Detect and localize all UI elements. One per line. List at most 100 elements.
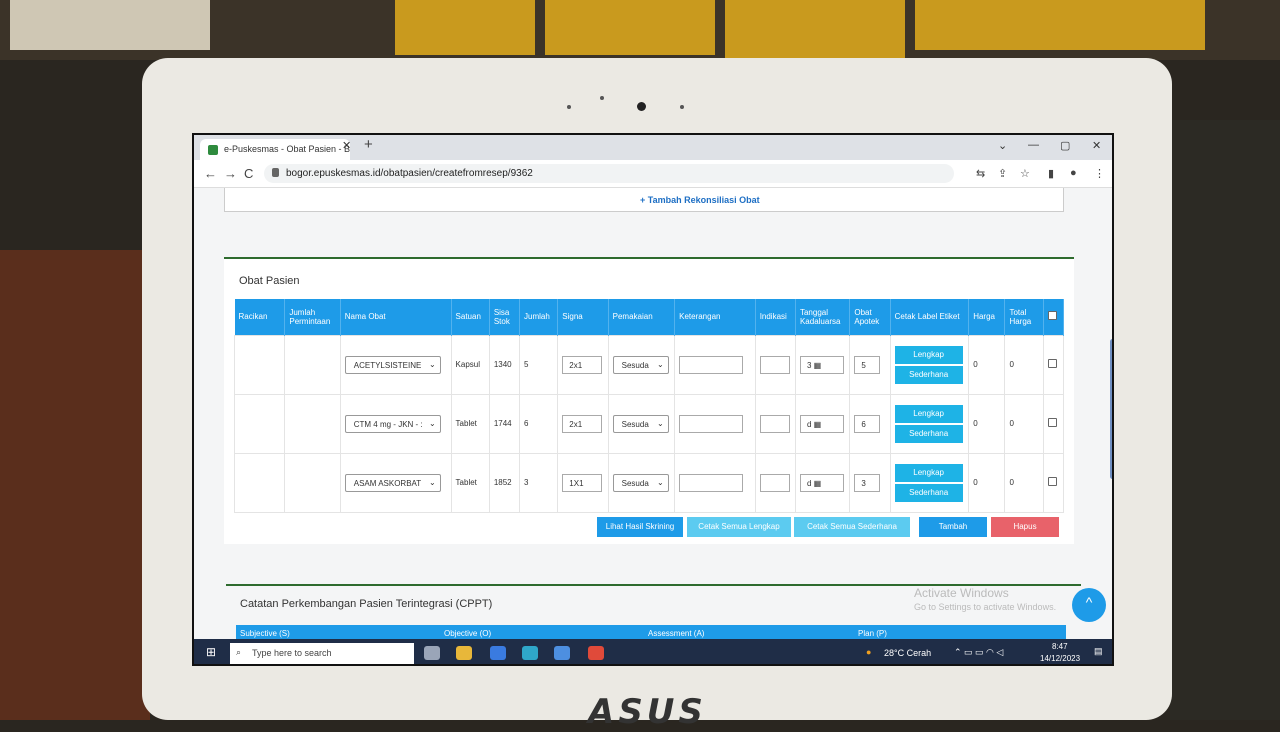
- background-box: [725, 0, 905, 58]
- sederhana-button[interactable]: Sederhana: [894, 424, 963, 443]
- clock-time[interactable]: 8:47: [1052, 642, 1068, 651]
- obat-table: Racikan Jumlah Permintaan Nama Obat Satu…: [233, 299, 1065, 513]
- profile-icon[interactable]: ●: [1070, 167, 1077, 179]
- nama-obat-select[interactable]: CTM 4 mg - JKN - : ⌄: [344, 414, 441, 433]
- tray-icons[interactable]: ⌃ ▭ ▭ ◠ ◁: [954, 647, 1003, 658]
- signa-input[interactable]: 1X1: [562, 473, 603, 492]
- total-harga-cell: 0: [1004, 452, 1044, 513]
- weather-icon[interactable]: ●: [866, 647, 871, 657]
- lihat-hasil-skrining-button[interactable]: Lihat Hasil Skrining: [597, 517, 683, 537]
- pemakaian-cell: Sesuda ⌄: [607, 393, 676, 454]
- pemakaian-select[interactable]: Sesuda ⌄: [612, 473, 669, 492]
- maximize-button[interactable]: ▢: [1060, 139, 1070, 152]
- obat-apotek-input[interactable]: 5: [854, 355, 881, 374]
- sederhana-button[interactable]: Sederhana: [894, 483, 963, 502]
- task-view-icon[interactable]: [424, 646, 440, 660]
- keterangan-cell: [674, 452, 756, 513]
- background-paper: [10, 0, 210, 50]
- keterangan-input[interactable]: [679, 355, 744, 374]
- cppt-header: Subjective (S) Objective (O) Assessment …: [236, 625, 1066, 640]
- total-harga-cell: 0: [1004, 393, 1044, 454]
- cetak-label-cell: Lengkap Sederhana: [889, 452, 970, 513]
- select-all-checkbox[interactable]: [1047, 311, 1057, 321]
- indikasi-input[interactable]: [759, 473, 790, 492]
- nama-obat-select[interactable]: ASAM ASKORBAT ⌄: [344, 473, 441, 492]
- url-input[interactable]: bogor.epuskesmas.id/obatpasien/createfro…: [264, 164, 954, 183]
- notification-icon[interactable]: ▤: [1094, 646, 1103, 657]
- tanggal-cell: d ▦: [794, 452, 851, 513]
- minimize-button[interactable]: —: [1028, 139, 1039, 151]
- lengkap-button[interactable]: Lengkap: [894, 463, 963, 482]
- windows-start-icon[interactable]: ⊞: [206, 645, 216, 659]
- camera-sensor: [567, 105, 571, 109]
- share-icon[interactable]: ⇪: [998, 167, 1007, 180]
- browser-tab[interactable]: e-Puskesmas - Obat Pasien - Bu: [200, 139, 350, 160]
- edge-icon[interactable]: [522, 646, 538, 660]
- row-checkbox[interactable]: [1047, 359, 1057, 368]
- col-tanggal-kadaluarsa: Tanggal Kadaluarsa: [795, 299, 851, 335]
- chevron-down-icon[interactable]: ⌄: [998, 139, 1007, 152]
- address-bar-row: ← → C bogor.epuskesmas.id/obatpasien/cre…: [194, 160, 1112, 188]
- jumlah-cell: 3: [519, 452, 559, 513]
- obat-apotek-input[interactable]: 3: [854, 473, 881, 492]
- col-select-all[interactable]: [1043, 299, 1065, 335]
- scroll-top-button[interactable]: ^: [1072, 588, 1106, 622]
- chevron-down-icon: ⌄: [656, 359, 664, 369]
- cetak-semua-sederhana-button[interactable]: Cetak Semua Sederhana: [794, 517, 910, 537]
- lengkap-button[interactable]: Lengkap: [894, 404, 963, 423]
- sederhana-button[interactable]: Sederhana: [894, 365, 963, 384]
- row-checkbox[interactable]: [1047, 418, 1057, 427]
- signa-input[interactable]: 2x1: [562, 355, 603, 374]
- tambah-button[interactable]: Tambah: [919, 517, 987, 537]
- background-wall: [1170, 120, 1280, 720]
- nama-obat-select[interactable]: ACETYLSISTEINE ⌄: [344, 355, 441, 374]
- pemakaian-value: Sesuda: [621, 360, 649, 370]
- pemakaian-select[interactable]: Sesuda ⌄: [612, 414, 669, 433]
- weather-text[interactable]: 28°C Cerah: [884, 648, 931, 658]
- obat-apotek-input[interactable]: 6: [854, 414, 881, 433]
- page-scrollbar[interactable]: [1110, 339, 1112, 479]
- pemakaian-select[interactable]: Sesuda ⌄: [612, 355, 669, 374]
- back-button[interactable]: ←: [204, 166, 217, 181]
- tambah-rekonsiliasi-link[interactable]: + Tambah Rekonsiliasi Obat: [640, 195, 760, 205]
- keterangan-input[interactable]: [679, 473, 744, 492]
- menu-icon[interactable]: ⋮: [1094, 167, 1105, 180]
- col-subjective: Subjective (S): [240, 629, 290, 638]
- reload-button[interactable]: C: [244, 166, 253, 181]
- col-keterangan: Keterangan: [674, 299, 756, 335]
- new-tab-button[interactable]: +: [364, 136, 373, 153]
- chrome-icon[interactable]: [588, 646, 604, 660]
- tab-close-icon[interactable]: ✕: [342, 139, 351, 152]
- lengkap-button[interactable]: Lengkap: [894, 345, 963, 364]
- signa-input[interactable]: 2x1: [562, 414, 603, 433]
- bookmark-star-icon[interactable]: ☆: [1020, 167, 1030, 180]
- mail-icon[interactable]: [554, 646, 570, 660]
- clock-date[interactable]: 14/12/2023: [1040, 654, 1080, 663]
- calendar-icon[interactable]: ▦: [814, 420, 822, 429]
- racikan-cell: [233, 334, 286, 395]
- racikan-cell: [233, 393, 286, 454]
- indikasi-input[interactable]: [759, 414, 790, 433]
- tanggal-input[interactable]: 3 ▦: [799, 355, 844, 374]
- nama-obat-value: ASAM ASKORBAT: [353, 478, 422, 488]
- taskbar-search-input[interactable]: ⌕ Type here to search: [230, 643, 414, 664]
- calendar-icon[interactable]: ▦: [814, 479, 822, 488]
- side-panel-icon[interactable]: ▮: [1048, 167, 1054, 180]
- keterangan-input[interactable]: [679, 414, 744, 433]
- tanggal-cell: 3 ▦: [794, 334, 851, 395]
- close-window-button[interactable]: ✕: [1092, 139, 1101, 152]
- background-desk: [0, 250, 150, 720]
- cetak-semua-lengkap-button[interactable]: Cetak Semua Lengkap: [687, 517, 791, 537]
- chevron-down-icon: ⌄: [429, 418, 436, 428]
- tanggal-input[interactable]: d ▦: [799, 414, 844, 433]
- forward-button[interactable]: →: [224, 166, 237, 181]
- translate-icon[interactable]: ⇆: [976, 167, 985, 180]
- row-checkbox[interactable]: [1047, 477, 1057, 486]
- hapus-button[interactable]: Hapus: [991, 517, 1059, 537]
- store-icon[interactable]: [490, 646, 506, 660]
- calendar-icon[interactable]: ▦: [814, 361, 822, 370]
- indikasi-input[interactable]: [759, 355, 790, 374]
- tanggal-input[interactable]: d ▦: [799, 473, 844, 492]
- jumlah-permintaan-cell: [284, 452, 341, 513]
- file-explorer-icon[interactable]: [456, 646, 472, 660]
